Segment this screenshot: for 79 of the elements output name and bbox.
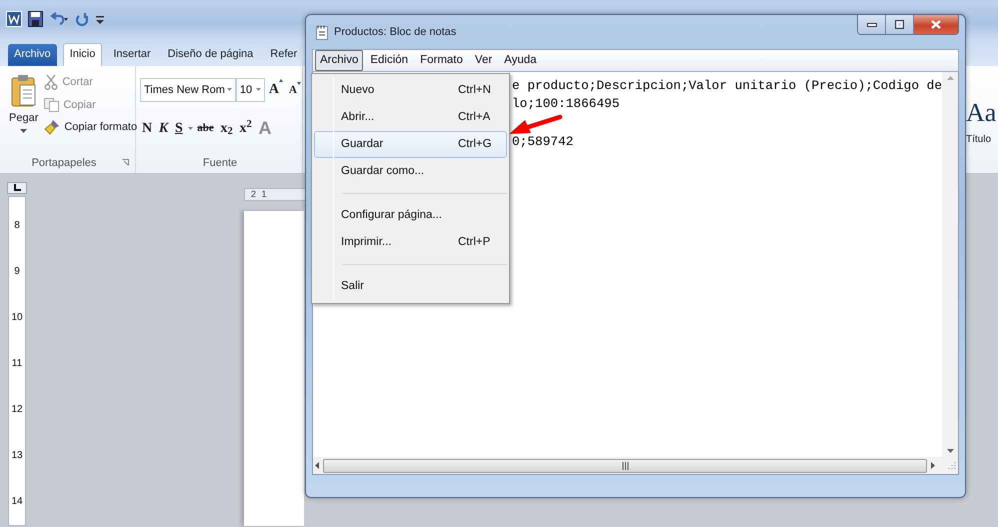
ruler-number: 13	[11, 451, 23, 461]
ruler-number: 11	[12, 359, 22, 369]
menu-item[interactable]: Formato	[415, 50, 468, 72]
minimize-icon	[866, 22, 876, 26]
caret-down-icon	[296, 82, 301, 84]
ruler-number: 8	[14, 221, 20, 231]
brush-icon	[44, 119, 60, 136]
ruler-number: 12	[11, 405, 23, 415]
tab-stop-icon	[13, 184, 21, 192]
superscript-button[interactable]: x$^{2}$	[238, 118, 254, 139]
ruler-number: 2	[251, 189, 256, 200]
strikethrough-button[interactable]: abe	[195, 120, 216, 136]
clipboard-icon	[10, 74, 37, 108]
menu-item[interactable]: Configurar página...	[314, 202, 507, 229]
menu-item[interactable]: Guardar Ctrl+G	[314, 131, 507, 158]
font-size-field[interactable]: 10	[236, 78, 265, 102]
horizontal-scrollbar[interactable]	[313, 457, 958, 474]
scroll-right-icon[interactable]	[931, 462, 935, 469]
menu-item[interactable]: Ayuda	[499, 50, 542, 72]
word-icon[interactable]	[6, 11, 22, 27]
ruler-number: 14	[11, 497, 23, 507]
annotation-arrow	[509, 114, 563, 136]
dropdown-arrow-icon	[226, 88, 232, 92]
ruler-number: 9	[14, 267, 20, 277]
vertical-scrollbar[interactable]	[942, 72, 958, 457]
text-line: lo;100:1866495	[512, 95, 620, 113]
grip-icon	[622, 462, 628, 470]
menu-item[interactable]: Guardar como...	[314, 158, 507, 185]
group-label: Fuente	[202, 156, 238, 170]
maximize-icon	[895, 20, 904, 29]
italic-button[interactable]: K	[156, 118, 170, 139]
menu-item[interactable]: Ver	[470, 50, 498, 72]
file-tab[interactable]: Archivo	[8, 44, 57, 66]
minimize-button[interactable]	[858, 15, 886, 34]
menu-item[interactable]: Salir	[314, 273, 507, 300]
redo-icon[interactable]	[75, 11, 89, 27]
ribbon-tab[interactable]: Inicio	[62, 42, 102, 66]
group-label: Portapapeles	[30, 156, 98, 170]
dialog-launcher-icon[interactable]	[122, 159, 129, 166]
maximize-button[interactable]	[886, 15, 914, 34]
ribbon-tab[interactable]: Insertar	[107, 44, 157, 66]
ruler-number: 1	[262, 189, 267, 200]
menu-item[interactable]: Nuevo Ctrl+N	[314, 77, 507, 104]
text-line: e producto;Descripcion;Valor unitario (Precio);Codigo de	[512, 77, 942, 95]
style-label: Título	[966, 133, 992, 147]
font-name-field[interactable]: Times New Rom	[140, 78, 236, 102]
close-button[interactable]	[914, 15, 958, 34]
copy-icon	[44, 98, 60, 112]
save-icon[interactable]	[28, 11, 43, 27]
text-line: 0;589742	[512, 133, 574, 151]
style-preview[interactable]: Aa	[966, 100, 998, 126]
paste-button[interactable]: Pegar	[6, 72, 42, 138]
ribbon-tab[interactable]: Diseño de página	[162, 44, 260, 66]
subscript-button[interactable]: x$_{2}$	[218, 118, 235, 139]
scissors-icon	[44, 74, 58, 90]
scroll-left-icon[interactable]	[315, 462, 319, 469]
dropdown-arrow-icon	[20, 128, 28, 132]
bold-button[interactable]: N	[140, 118, 154, 139]
menu-item[interactable]: Edición	[365, 50, 414, 72]
dropdown-arrow-icon	[256, 88, 261, 92]
ruler-number: 10	[11, 313, 23, 323]
scroll-thumb[interactable]	[323, 458, 927, 472]
menu-item[interactable]: Imprimir... Ctrl+P	[314, 229, 507, 256]
window-title: Productos: Bloc de notas	[334, 24, 456, 40]
notepad-icon	[316, 24, 328, 40]
ribbon-tab[interactable]: Refer	[264, 44, 304, 66]
menu-item[interactable]: Archivo	[315, 50, 364, 72]
caret-up-icon	[279, 79, 284, 82]
resize-grip-icon[interactable]	[947, 461, 956, 470]
close-icon	[931, 20, 941, 29]
menu-item[interactable]: Abrir... Ctrl+A	[314, 104, 507, 131]
tab-selector[interactable]	[7, 182, 27, 194]
dropdown-arrow-icon[interactable]	[188, 126, 193, 130]
grow-font-button[interactable]: A	[266, 79, 286, 100]
format-painter-button[interactable]: Copiar formato	[41, 117, 140, 138]
underline-button[interactable]: S	[172, 118, 185, 139]
scroll-down-icon[interactable]	[946, 449, 954, 453]
undo-icon[interactable]	[49, 11, 69, 27]
shrink-font-button[interactable]: A	[287, 82, 303, 98]
